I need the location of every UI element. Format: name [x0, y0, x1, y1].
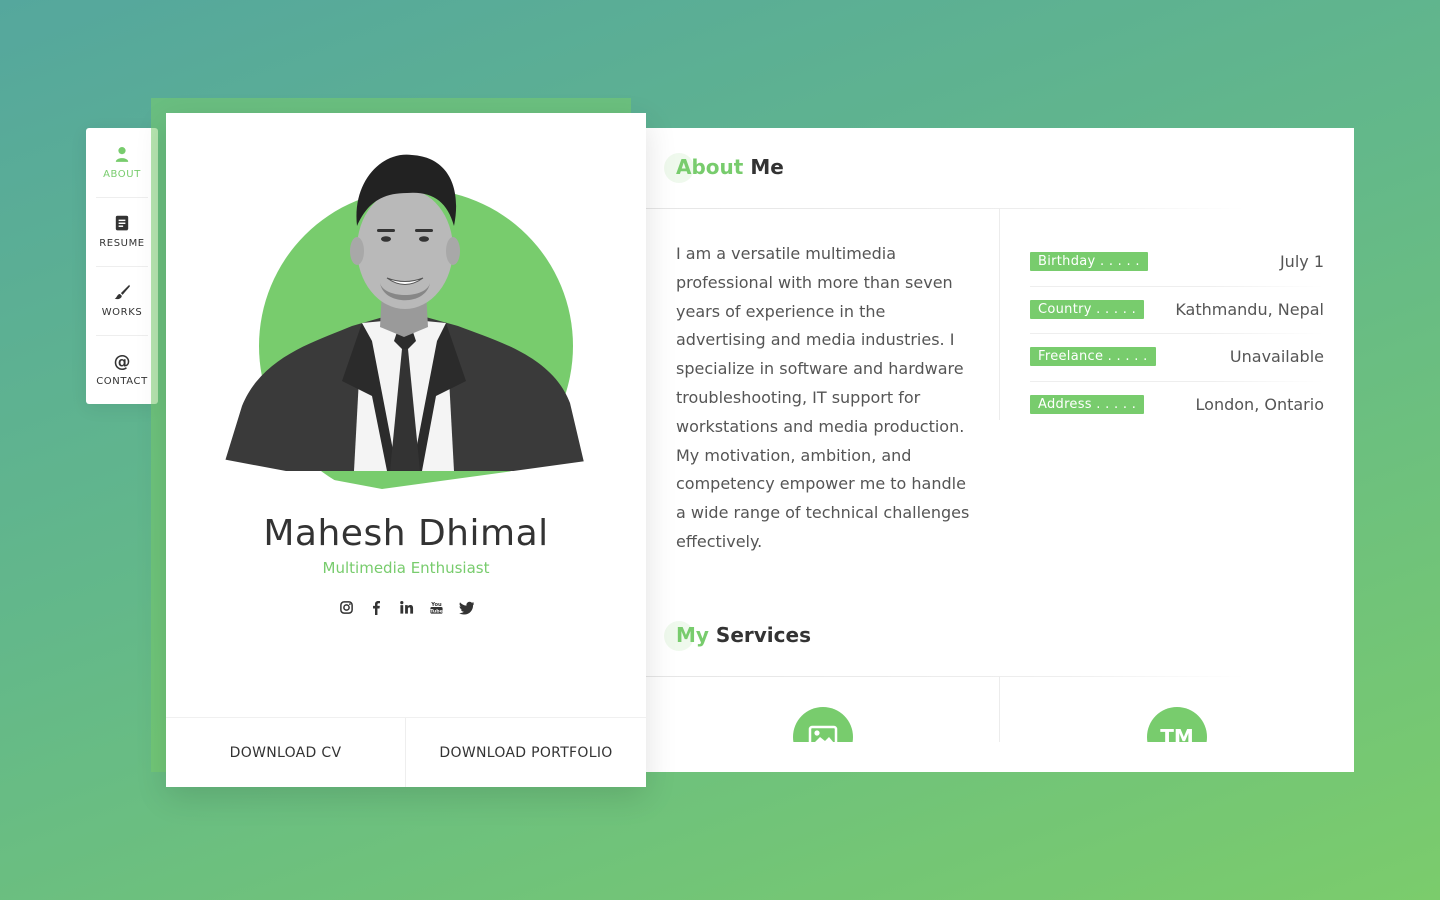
image-icon: [808, 725, 838, 742]
about-title: About Me: [664, 153, 784, 183]
svg-text:Tube: Tube: [430, 608, 443, 614]
side-nav: ABOUT RESUME WORKS @ CONTACT: [86, 128, 158, 404]
info-row-birthday: Birthday . . . . . July 1: [1030, 238, 1324, 286]
facebook-icon[interactable]: [368, 599, 384, 615]
card-actions: DOWNLOAD CV DOWNLOAD PORTFOLIO: [166, 717, 646, 787]
info-label: Freelance . . . . .: [1030, 347, 1156, 367]
info-value: Unavailable: [1229, 347, 1324, 367]
person-icon: [115, 147, 129, 162]
info-value: London, Ontario: [1195, 394, 1324, 414]
divider: [646, 208, 1246, 209]
nav-item-label: RESUME: [99, 238, 145, 249]
nav-item-about[interactable]: ABOUT: [86, 128, 158, 197]
nav-item-label: CONTACT: [96, 376, 148, 387]
profile-name: Mahesh Dhimal: [263, 513, 549, 554]
profile-card: Mahesh Dhimal Multimedia Enthusiast You T…: [166, 113, 646, 787]
social-links: You Tube: [166, 599, 646, 615]
info-row-address: Address . . . . . London, Ontario: [1030, 380, 1324, 429]
service-item-trademark: TM: [1147, 707, 1207, 742]
services-title: My Services: [664, 621, 811, 651]
info-row-country: Country . . . . . Kathmandu, Nepal: [1030, 285, 1324, 334]
youtube-icon[interactable]: You Tube: [428, 599, 444, 615]
info-value: Kathmandu, Nepal: [1175, 299, 1324, 319]
column-divider: [999, 676, 1000, 742]
nav-item-contact[interactable]: @ CONTACT: [86, 335, 158, 404]
nav-item-works[interactable]: WORKS: [86, 266, 158, 335]
info-label: Address . . . . .: [1030, 394, 1145, 414]
nav-item-label: WORKS: [101, 307, 143, 318]
download-portfolio-button[interactable]: DOWNLOAD PORTFOLIO: [406, 718, 646, 787]
info-label: Birthday . . . . .: [1030, 252, 1148, 272]
twitter-icon[interactable]: [458, 599, 474, 615]
profile-photo: [222, 154, 586, 489]
instagram-icon[interactable]: [338, 599, 354, 615]
column-divider: [999, 208, 1000, 420]
brush-icon: [114, 284, 130, 300]
profile-title: Multimedia Enthusiast: [322, 559, 490, 577]
info-row-freelance: Freelance . . . . . Unavailable: [1030, 333, 1324, 381]
services-row: TM: [646, 676, 1354, 742]
at-icon: @: [114, 352, 131, 370]
nav-item-resume[interactable]: RESUME: [86, 197, 158, 266]
linkedin-icon[interactable]: [398, 599, 414, 615]
about-text: I am a versatile multimedia professional…: [676, 244, 970, 551]
download-cv-button[interactable]: DOWNLOAD CV: [166, 718, 406, 787]
svg-text:@: @: [114, 352, 131, 370]
nav-item-label: ABOUT: [103, 169, 141, 180]
service-item-image: [793, 707, 853, 742]
info-value: July 1: [1279, 252, 1324, 272]
main-panel: About Me I am a versatile multimedia pro…: [646, 128, 1354, 772]
info-list: Birthday . . . . . July 1 Country . . . …: [1030, 238, 1324, 428]
info-label: Country . . . . .: [1030, 299, 1145, 319]
document-icon: [115, 215, 129, 231]
trademark-icon: TM: [1160, 725, 1194, 742]
